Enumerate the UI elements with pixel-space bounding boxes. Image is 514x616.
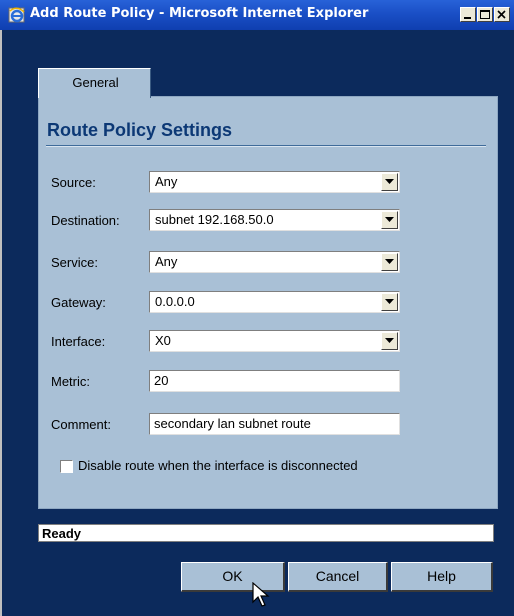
source-value: Any [155, 174, 178, 189]
interface-dropdown-button[interactable] [381, 332, 398, 350]
window-border [0, 30, 2, 616]
service-select[interactable]: Any [149, 251, 400, 273]
metric-label: Metric: [51, 374, 90, 389]
help-button[interactable]: Help [391, 562, 493, 592]
status-text: Ready [42, 526, 82, 541]
destination-select[interactable]: subnet 192.168.50.0 [149, 209, 400, 231]
comment-label: Comment: [51, 417, 111, 432]
destination-dropdown-button[interactable] [381, 211, 398, 229]
close-button[interactable] [494, 7, 510, 22]
maximize-button[interactable] [477, 7, 493, 22]
close-icon [497, 10, 506, 19]
chevron-down-icon [385, 179, 394, 184]
maximize-icon [480, 10, 490, 19]
ie-icon [8, 6, 26, 24]
window-title: Add Route Policy - Microsoft Internet Ex… [30, 6, 369, 21]
disable-route-checkbox[interactable] [60, 460, 73, 473]
minimize-button[interactable] [460, 7, 476, 22]
metric-input[interactable]: 20 [149, 370, 400, 392]
minimize-icon [464, 17, 471, 19]
comment-input[interactable]: secondary lan subnet route [149, 413, 400, 435]
chevron-down-icon [385, 299, 394, 304]
tab-general-label: General [72, 75, 119, 90]
metric-value: 20 [154, 373, 169, 388]
status-bar: Ready [38, 524, 494, 542]
disable-route-label[interactable]: Disable route when the interface is disc… [78, 458, 358, 473]
interface-label: Interface: [51, 334, 106, 349]
comment-value: secondary lan subnet route [154, 416, 311, 431]
source-select[interactable]: Any [149, 171, 400, 193]
source-label: Source: [51, 175, 96, 190]
chevron-down-icon [385, 217, 394, 222]
source-dropdown-button[interactable] [381, 173, 398, 191]
cancel-button[interactable]: Cancel [288, 562, 388, 592]
chevron-down-icon [385, 259, 394, 264]
interface-select[interactable]: X0 [149, 330, 400, 352]
interface-value: X0 [155, 333, 171, 348]
destination-value: subnet 192.168.50.0 [155, 212, 274, 227]
gateway-label: Gateway: [51, 295, 106, 310]
section-divider-highlight [46, 146, 486, 147]
section-title: Route Policy Settings [47, 120, 233, 140]
dialog-window: Add Route Policy - Microsoft Internet Ex… [0, 0, 514, 616]
service-dropdown-button[interactable] [381, 253, 398, 271]
service-label: Service: [51, 255, 98, 270]
title-bar[interactable]: Add Route Policy - Microsoft Internet Ex… [0, 0, 514, 30]
gateway-select[interactable]: 0.0.0.0 [149, 291, 400, 313]
mouse-cursor-icon [252, 582, 270, 607]
tab-general[interactable]: General [38, 68, 151, 98]
chevron-down-icon [385, 338, 394, 343]
gateway-dropdown-button[interactable] [381, 293, 398, 311]
gateway-value: 0.0.0.0 [155, 294, 195, 309]
service-value: Any [155, 254, 178, 269]
destination-label: Destination: [51, 213, 120, 228]
